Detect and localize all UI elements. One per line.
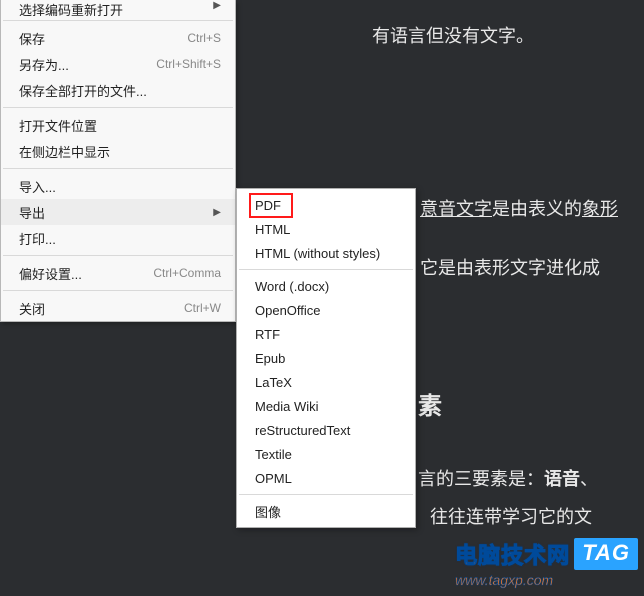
bg-text-6: 往往连带学习它的文 [430, 503, 592, 532]
menu-label: 保存全部打开的文件... [19, 81, 221, 100]
menu-label: 导出 [19, 203, 213, 222]
menu-label: reStructuredText [255, 423, 401, 438]
menu-label: 保存 [19, 29, 187, 48]
menu-label: RTF [255, 327, 401, 342]
menu-separator [3, 290, 233, 291]
link-text[interactable]: 意音 [420, 199, 456, 219]
watermark-url: www.tagxp.com [455, 572, 638, 588]
link-text[interactable]: 象形 [582, 199, 618, 219]
watermark: 电脑技术网 TAG www.tagxp.com [455, 538, 638, 588]
context-menu[interactable]: 选择编码重新打开 ▶ 保存 Ctrl+S 另存为... Ctrl+Shift+S… [0, 0, 236, 322]
menu-label: 选择编码重新打开 [19, 0, 213, 16]
submenu-item-openoffice[interactable]: OpenOffice [237, 298, 415, 322]
submenu-arrow-icon: ▶ [213, 207, 221, 218]
submenu-item-html-nostyles[interactable]: HTML (without styles) [237, 241, 415, 265]
submenu-item-html[interactable]: HTML [237, 217, 415, 241]
submenu-item-word[interactable]: Word (.docx) [237, 274, 415, 298]
menu-label: 另存为... [19, 55, 156, 74]
bg-text-3: 它是由表形文字进化成 [420, 254, 600, 283]
menu-item-open-location[interactable]: 打开文件位置 [1, 112, 235, 138]
bg-text: 、 [580, 469, 598, 489]
bg-heading-suffix: 素 [418, 388, 442, 426]
menu-separator [239, 494, 413, 495]
bg-text-5: 言的三要素是：语音、 [418, 465, 598, 494]
submenu-arrow-icon: ▶ [213, 0, 221, 11]
menu-label: OpenOffice [255, 303, 401, 318]
submenu-item-epub[interactable]: Epub [237, 346, 415, 370]
menu-separator [3, 20, 233, 21]
menu-separator [3, 168, 233, 169]
submenu-item-latex[interactable]: LaTeX [237, 370, 415, 394]
bg-text-2: 意音文字是由表义的象形 [420, 195, 618, 224]
submenu-item-rtf[interactable]: RTF [237, 322, 415, 346]
menu-label: Epub [255, 351, 401, 366]
menu-label: 关闭 [19, 299, 184, 318]
link-text[interactable]: 文字 [456, 199, 492, 219]
bg-text: 言的三要素是： [418, 469, 544, 489]
menu-shortcut: Ctrl+Shift+S [156, 57, 221, 71]
bg-text: 是由表义的 [492, 199, 582, 219]
submenu-item-textile[interactable]: Textile [237, 442, 415, 466]
menu-separator [3, 255, 233, 256]
menu-label: PDF [255, 198, 401, 213]
menu-item-show-sidebar[interactable]: 在侧边栏中显示 [1, 138, 235, 164]
menu-label: OPML [255, 471, 401, 486]
menu-label: 图像 [255, 502, 401, 521]
submenu-item-restructuredtext[interactable]: reStructuredText [237, 418, 415, 442]
menu-item-save-as[interactable]: 另存为... Ctrl+Shift+S [1, 51, 235, 77]
menu-label: Word (.docx) [255, 279, 401, 294]
menu-item-save[interactable]: 保存 Ctrl+S [1, 25, 235, 51]
watermark-badge: TAG [574, 538, 638, 570]
menu-item-reopen-encoding[interactable]: 选择编码重新打开 ▶ [1, 0, 235, 16]
menu-label: 打开文件位置 [19, 116, 221, 135]
menu-shortcut: Ctrl+Comma [153, 266, 221, 280]
menu-label: Textile [255, 447, 401, 462]
menu-label: 导入... [19, 177, 221, 196]
watermark-brand: 电脑技术网 [455, 538, 570, 570]
menu-label: 在侧边栏中显示 [19, 142, 221, 161]
menu-label: 偏好设置... [19, 264, 153, 283]
menu-item-preferences[interactable]: 偏好设置... Ctrl+Comma [1, 260, 235, 286]
menu-shortcut: Ctrl+W [184, 301, 221, 315]
menu-label: 打印... [19, 229, 221, 248]
submenu-item-opml[interactable]: OPML [237, 466, 415, 490]
menu-label: HTML (without styles) [255, 246, 401, 261]
menu-shortcut: Ctrl+S [187, 31, 221, 45]
submenu-item-image[interactable]: 图像 [237, 499, 415, 523]
menu-item-export[interactable]: 导出 ▶ [1, 199, 235, 225]
menu-item-print[interactable]: 打印... [1, 225, 235, 251]
menu-label: LaTeX [255, 375, 401, 390]
menu-label: HTML [255, 222, 401, 237]
menu-separator [239, 269, 413, 270]
menu-label: Media Wiki [255, 399, 401, 414]
menu-item-save-all[interactable]: 保存全部打开的文件... [1, 77, 235, 103]
menu-item-close[interactable]: 关闭 Ctrl+W [1, 295, 235, 321]
menu-item-import[interactable]: 导入... [1, 173, 235, 199]
submenu-item-pdf[interactable]: PDF [237, 193, 415, 217]
submenu-item-mediawiki[interactable]: Media Wiki [237, 394, 415, 418]
bg-bold: 语音 [544, 469, 580, 489]
bg-text-1: 有语言但没有文字。 [372, 22, 534, 51]
export-submenu[interactable]: PDF HTML HTML (without styles) Word (.do… [236, 188, 416, 528]
menu-separator [3, 107, 233, 108]
